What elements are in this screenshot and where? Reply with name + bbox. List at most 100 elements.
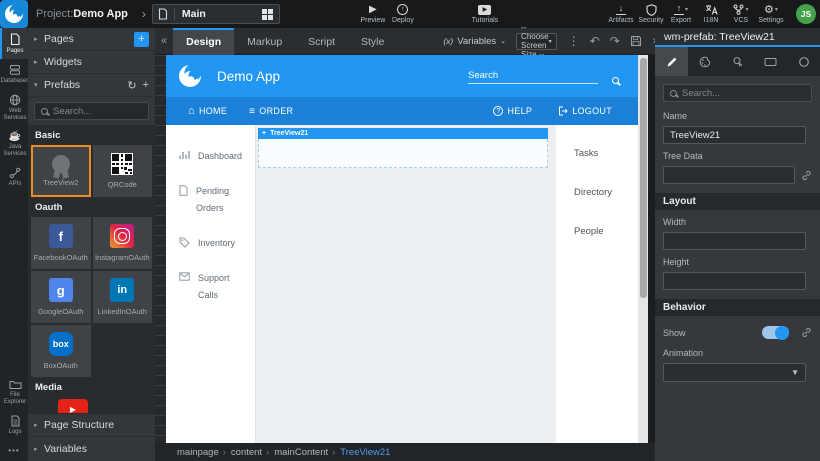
caret-down-icon: ▼ xyxy=(791,368,799,377)
linkedin-icon: in xyxy=(110,278,134,302)
redo-icon[interactable]: ↷ xyxy=(605,34,625,48)
sidebar-item-support-calls[interactable]: Support Calls xyxy=(166,261,255,313)
sidebar-item-dashboard[interactable]: Dashboard xyxy=(166,139,255,174)
artifacts-button[interactable]: ↓ Artifacts xyxy=(606,0,636,28)
variables-dropdown[interactable]: (x) Variables ⌄ xyxy=(443,36,506,47)
variables-section-header[interactable]: ▸ Variables xyxy=(28,437,155,461)
add-page-button[interactable]: + xyxy=(134,32,149,47)
rail-item-logs[interactable]: Logs xyxy=(0,410,28,440)
pages-section-header[interactable]: ▸ Pages + xyxy=(28,28,155,51)
search-icon[interactable] xyxy=(612,77,619,84)
list-item-tasks[interactable]: Tasks xyxy=(574,141,638,180)
vcs-button[interactable]: ▾ VCS xyxy=(726,0,756,28)
list-item-directory[interactable]: Directory xyxy=(574,180,638,219)
folder-icon xyxy=(9,379,22,390)
bind-link-icon[interactable] xyxy=(801,327,812,338)
selected-widget-treeview21[interactable]: + TreeView21 xyxy=(258,128,548,168)
widget-drop-area[interactable] xyxy=(258,139,548,168)
i18n-button[interactable]: I18N xyxy=(696,0,726,28)
prefab-tile-linkedinoauth[interactable]: in LinkedInOAuth xyxy=(93,271,153,323)
tab-events[interactable] xyxy=(721,47,754,76)
page-structure-section-header[interactable]: ▸ Page Structure xyxy=(28,413,155,437)
sidebar-item-inventory[interactable]: Inventory xyxy=(166,226,255,261)
wavemaker-logo-icon[interactable] xyxy=(0,0,28,28)
prefab-tile-facebookoauth[interactable]: f FacebookOAuth xyxy=(31,217,91,269)
rail-item-apis[interactable]: APIs xyxy=(0,162,28,192)
sidebar-item-pending-orders[interactable]: Pending Orders xyxy=(166,174,255,226)
chevron-down-icon: ⌄ xyxy=(500,37,506,45)
layout-section-header: Layout xyxy=(655,193,820,210)
deploy-button[interactable]: ↑ Deploy xyxy=(388,0,418,28)
breadcrumb-mainpage[interactable]: mainpage xyxy=(177,447,219,458)
tree-data-input[interactable] xyxy=(663,166,795,184)
list-item-people[interactable]: People xyxy=(574,219,638,258)
app-search-input[interactable] xyxy=(468,68,598,84)
prefab-search-input[interactable] xyxy=(53,106,133,117)
pages-grid-icon[interactable] xyxy=(262,9,273,20)
tab-style[interactable]: Style xyxy=(348,28,397,55)
tab-properties[interactable] xyxy=(655,47,688,76)
nav-logout[interactable]: LOGOUT xyxy=(558,106,612,116)
preview-button[interactable]: ▶ Preview xyxy=(358,0,388,28)
app-title: Demo App xyxy=(217,69,468,84)
tab-script[interactable]: Script xyxy=(295,28,348,55)
prefabs-section-header[interactable]: ▾ Prefabs ↻ + xyxy=(28,74,155,97)
prefab-tile-qrcode[interactable]: QRCode xyxy=(93,145,153,197)
bind-link-icon[interactable] xyxy=(801,170,812,181)
breadcrumb: mainpage content mainContent TreeView21 xyxy=(155,443,655,461)
nav-order[interactable]: ≡ ORDER xyxy=(249,106,293,117)
tab-styles[interactable] xyxy=(688,47,721,76)
shield-icon xyxy=(646,4,657,15)
menu-icon: ≡ xyxy=(249,106,255,117)
caret-down-icon: ▾ xyxy=(775,6,778,13)
panel-divider xyxy=(648,55,655,461)
widget-label-bar[interactable]: + TreeView21 xyxy=(258,128,548,139)
group-label-oauth: Oauth xyxy=(28,197,155,217)
breadcrumb-content[interactable]: content xyxy=(223,447,262,458)
save-icon[interactable] xyxy=(625,35,647,47)
youtube-icon[interactable]: ▶ xyxy=(58,399,88,413)
tab-markup[interactable]: Markup xyxy=(234,28,295,55)
settings-button[interactable]: ⚙▾ Settings xyxy=(756,0,786,28)
widgets-section-header[interactable]: ▸ Widgets xyxy=(28,51,155,74)
screen-size-select[interactable]: -- Choose Screen Size -- ▾ xyxy=(516,33,557,50)
properties-search-input[interactable] xyxy=(682,88,792,99)
user-avatar[interactable]: JS xyxy=(796,4,816,24)
show-toggle[interactable] xyxy=(762,326,789,339)
tutorials-button[interactable]: ▶ Tutorials xyxy=(470,0,500,28)
properties-panel: wm-prefab: TreeView21 Name xyxy=(655,28,820,461)
rail-item-web-services[interactable]: Web Services xyxy=(0,89,28,126)
width-input[interactable] xyxy=(663,232,806,250)
security-button[interactable]: Security xyxy=(636,0,666,28)
refresh-icon[interactable]: ↻ xyxy=(127,79,136,92)
nav-home[interactable]: ⌂ HOME xyxy=(188,105,227,117)
canvas-scrollbar[interactable] xyxy=(638,55,648,443)
tab-device[interactable] xyxy=(754,47,787,76)
prefab-tile-googleoauth[interactable]: g GoogleOAuth xyxy=(31,271,91,323)
breadcrumb-maincontent[interactable]: mainContent xyxy=(266,447,328,458)
add-prefab-button[interactable]: + xyxy=(143,79,149,91)
scrollbar-thumb[interactable] xyxy=(640,58,647,298)
rail-item-databases[interactable]: Databases xyxy=(0,59,28,89)
animation-select[interactable]: ▼ xyxy=(663,363,806,382)
rail-item-file-explorer[interactable]: File Explorer xyxy=(0,374,28,410)
more-options-icon[interactable]: ••• xyxy=(0,440,28,461)
page-selector[interactable]: Main xyxy=(152,4,280,24)
name-input[interactable] xyxy=(663,126,806,144)
tab-design[interactable]: Design xyxy=(173,28,234,55)
height-input[interactable] xyxy=(663,272,806,290)
kebab-menu-icon[interactable]: ⋮ xyxy=(563,34,585,48)
behavior-section-header: Behavior xyxy=(655,299,820,316)
export-button[interactable]: ↑▾ Export xyxy=(666,0,696,28)
breadcrumb-treeview21[interactable]: TreeView21 xyxy=(332,447,390,458)
prefab-tile-boxoauth[interactable]: box BoxOAuth xyxy=(31,325,91,377)
rail-item-pages[interactable]: Pages xyxy=(0,28,28,59)
app-body: Dashboard Pending Orders Inventory Suppo… xyxy=(166,125,638,443)
prefab-tile-instagramoauth[interactable]: InstagramOAuth xyxy=(93,217,153,269)
collapse-left-icon[interactable]: « xyxy=(155,35,173,47)
rail-item-java-services[interactable]: ☕ Java Services xyxy=(0,126,28,162)
prefab-tile-treeview2[interactable]: TreeView2 xyxy=(31,145,91,197)
undo-icon[interactable]: ↶ xyxy=(585,34,605,48)
tab-security[interactable] xyxy=(787,47,820,76)
nav-help[interactable]: ? HELP xyxy=(493,106,532,116)
